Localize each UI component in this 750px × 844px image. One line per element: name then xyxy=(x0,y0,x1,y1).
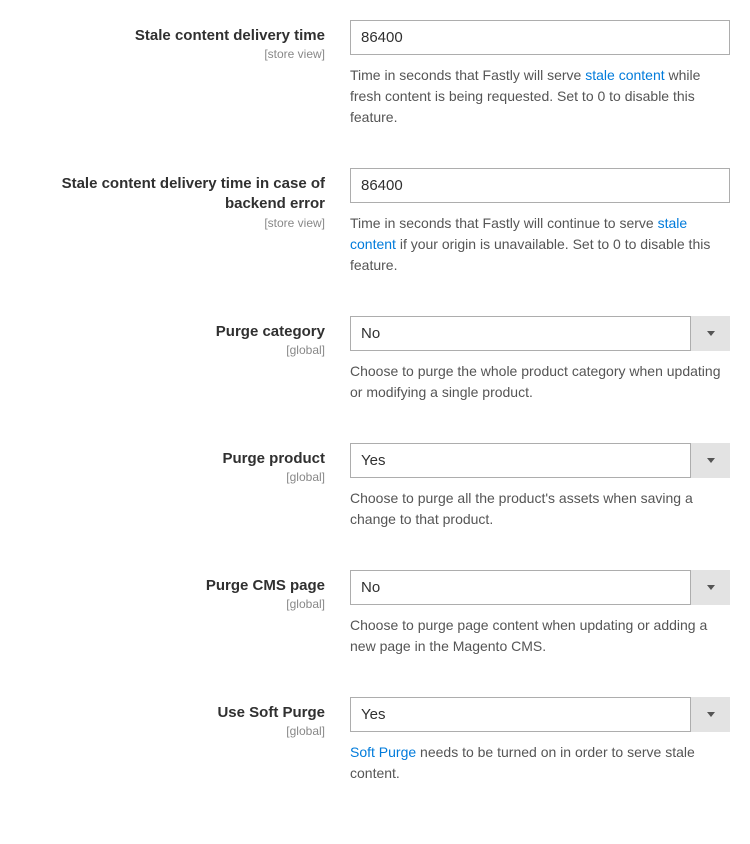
purge-product-help: Choose to purge all the product's assets… xyxy=(350,488,730,530)
field-label-col: Stale content delivery time [store view] xyxy=(15,20,350,61)
stale-backend-error-input[interactable] xyxy=(350,168,730,203)
field-label-col: Purge category [global] xyxy=(15,316,350,357)
field-label-col: Stale content delivery time in case of b… xyxy=(15,168,350,230)
purge-product-row: Purge product [global] Yes Choose to pur… xyxy=(15,443,735,530)
purge-cms-label: Purge CMS page xyxy=(15,576,325,596)
stale-backend-error-help: Time in seconds that Fastly will continu… xyxy=(350,213,730,276)
purge-product-select-wrap: Yes xyxy=(350,443,730,478)
soft-purge-select[interactable]: Yes xyxy=(350,697,730,732)
field-value-col: Time in seconds that Fastly will continu… xyxy=(350,168,730,276)
field-value-col: Time in seconds that Fastly will serve s… xyxy=(350,20,730,128)
stale-content-time-label: Stale content delivery time xyxy=(15,26,325,46)
purge-category-row: Purge category [global] No Choose to pur… xyxy=(15,316,735,403)
purge-cms-scope: [global] xyxy=(15,597,325,611)
stale-backend-error-row: Stale content delivery time in case of b… xyxy=(15,168,735,276)
purge-category-help: Choose to purge the whole product catego… xyxy=(350,361,730,403)
soft-purge-help: Soft Purge needs to be turned on in orde… xyxy=(350,742,730,784)
purge-category-label: Purge category xyxy=(15,322,325,342)
stale-content-link[interactable]: stale content xyxy=(585,67,664,83)
purge-category-scope: [global] xyxy=(15,343,325,357)
purge-category-select[interactable]: No xyxy=(350,316,730,351)
purge-category-select-wrap: No xyxy=(350,316,730,351)
purge-product-label: Purge product xyxy=(15,449,325,469)
stale-content-time-help: Time in seconds that Fastly will serve s… xyxy=(350,65,730,128)
soft-purge-row: Use Soft Purge [global] Yes Soft Purge n… xyxy=(15,697,735,784)
field-label-col: Purge CMS page [global] xyxy=(15,570,350,611)
purge-cms-select-wrap: No xyxy=(350,570,730,605)
stale-backend-error-scope: [store view] xyxy=(15,216,325,230)
purge-cms-row: Purge CMS page [global] No Choose to pur… xyxy=(15,570,735,657)
field-value-col: No Choose to purge the whole product cat… xyxy=(350,316,730,403)
purge-cms-select[interactable]: No xyxy=(350,570,730,605)
field-label-col: Use Soft Purge [global] xyxy=(15,697,350,738)
field-value-col: No Choose to purge page content when upd… xyxy=(350,570,730,657)
purge-product-select[interactable]: Yes xyxy=(350,443,730,478)
soft-purge-select-wrap: Yes xyxy=(350,697,730,732)
purge-cms-help: Choose to purge page content when updati… xyxy=(350,615,730,657)
stale-content-time-row: Stale content delivery time [store view]… xyxy=(15,20,735,128)
soft-purge-scope: [global] xyxy=(15,724,325,738)
stale-content-time-scope: [store view] xyxy=(15,47,325,61)
stale-backend-error-label: Stale content delivery time in case of b… xyxy=(15,174,325,215)
field-label-col: Purge product [global] xyxy=(15,443,350,484)
soft-purge-link[interactable]: Soft Purge xyxy=(350,744,416,760)
purge-product-scope: [global] xyxy=(15,470,325,484)
stale-content-time-input[interactable] xyxy=(350,20,730,55)
soft-purge-label: Use Soft Purge xyxy=(15,703,325,723)
field-value-col: Yes Soft Purge needs to be turned on in … xyxy=(350,697,730,784)
field-value-col: Yes Choose to purge all the product's as… xyxy=(350,443,730,530)
